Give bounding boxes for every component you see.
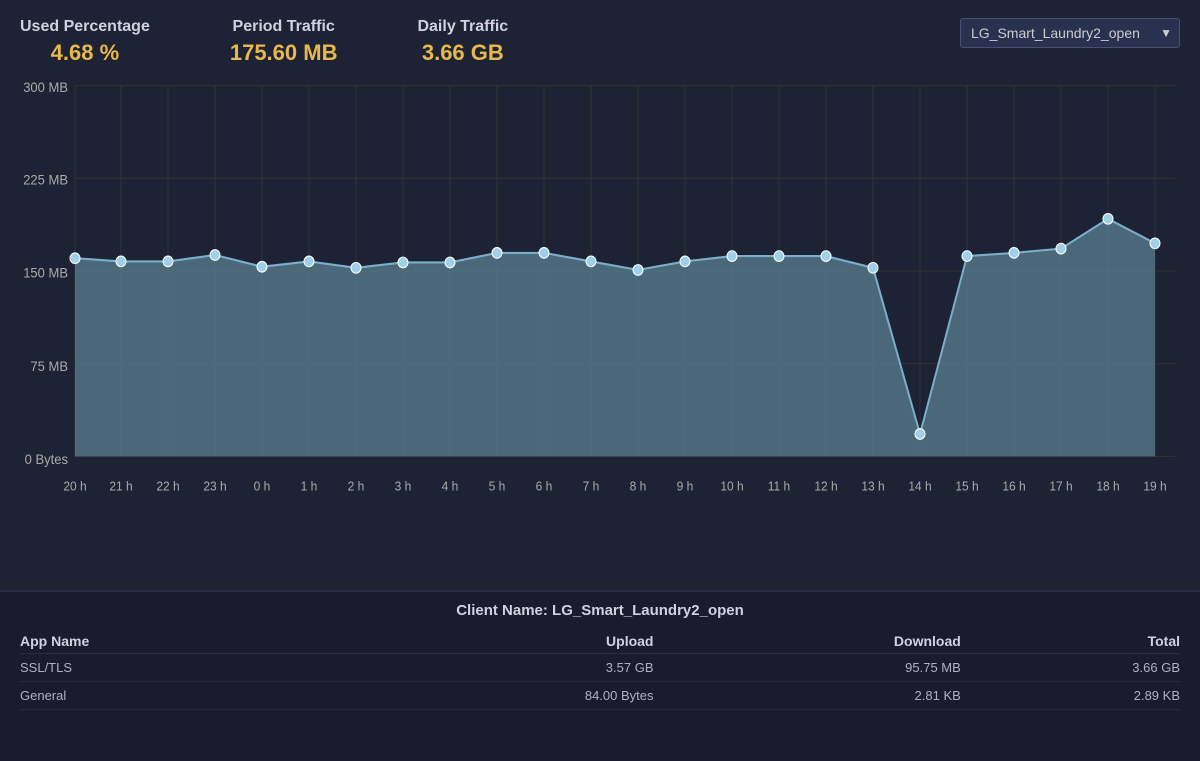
bottom-panel: Client Name: LG_Smart_Laundry2_open App … bbox=[0, 590, 1200, 761]
svg-text:22 h: 22 h bbox=[156, 479, 179, 493]
svg-text:4 h: 4 h bbox=[442, 479, 459, 493]
used-percentage-label: Used Percentage bbox=[20, 18, 150, 36]
svg-text:10 h: 10 h bbox=[720, 479, 743, 493]
svg-text:3 h: 3 h bbox=[395, 479, 412, 493]
traffic-chart: 300 MB 225 MB 150 MB 75 MB 0 Bytes bbox=[20, 75, 1180, 565]
table-row: SSL/TLS 3.57 GB 95.75 MB 3.66 GB bbox=[20, 654, 1180, 682]
svg-text:11 h: 11 h bbox=[768, 479, 791, 493]
chart-svg: 300 MB 225 MB 150 MB 75 MB 0 Bytes bbox=[20, 75, 1180, 565]
svg-text:0 h: 0 h bbox=[254, 479, 271, 493]
svg-text:0 Bytes: 0 Bytes bbox=[25, 451, 69, 466]
top-panel: Used Percentage 4.68 % Period Traffic 17… bbox=[0, 0, 1200, 590]
svg-text:13 h: 13 h bbox=[861, 479, 884, 493]
svg-text:20 h: 20 h bbox=[63, 479, 86, 493]
cell-download: 2.81 KB bbox=[654, 682, 961, 710]
daily-traffic-label: Daily Traffic bbox=[417, 18, 508, 36]
svg-text:21 h: 21 h bbox=[109, 479, 132, 493]
period-traffic-value: 175.60 MB bbox=[230, 40, 338, 66]
cell-app-name: SSL/TLS bbox=[20, 654, 338, 682]
cell-app-name: General bbox=[20, 682, 338, 710]
svg-text:8 h: 8 h bbox=[630, 479, 647, 493]
period-traffic-block: Period Traffic 175.60 MB bbox=[230, 18, 338, 66]
cell-upload: 3.57 GB bbox=[338, 654, 653, 682]
col-header-total: Total bbox=[961, 629, 1180, 654]
period-traffic-label: Period Traffic bbox=[230, 18, 338, 36]
svg-text:300 MB: 300 MB bbox=[23, 80, 68, 95]
col-header-download: Download bbox=[654, 629, 961, 654]
svg-text:19 h: 19 h bbox=[1143, 479, 1166, 493]
svg-text:9 h: 9 h bbox=[677, 479, 694, 493]
cell-download: 95.75 MB bbox=[654, 654, 961, 682]
svg-text:225 MB: 225 MB bbox=[23, 172, 68, 187]
used-percentage-value: 4.68 % bbox=[20, 40, 150, 66]
cell-total: 3.66 GB bbox=[961, 654, 1180, 682]
svg-text:7 h: 7 h bbox=[583, 479, 600, 493]
traffic-table: App Name Upload Download Total SSL/TLS 3… bbox=[20, 629, 1180, 710]
svg-text:12 h: 12 h bbox=[814, 479, 837, 493]
svg-text:18 h: 18 h bbox=[1096, 479, 1119, 493]
svg-text:2 h: 2 h bbox=[348, 479, 365, 493]
table-row: General 84.00 Bytes 2.81 KB 2.89 KB bbox=[20, 682, 1180, 710]
client-dropdown[interactable]: LG_Smart_Laundry2_open bbox=[960, 18, 1180, 48]
svg-text:16 h: 16 h bbox=[1002, 479, 1025, 493]
svg-text:15 h: 15 h bbox=[955, 479, 978, 493]
svg-text:23 h: 23 h bbox=[203, 479, 226, 493]
svg-text:14 h: 14 h bbox=[908, 479, 931, 493]
svg-text:75 MB: 75 MB bbox=[30, 359, 68, 374]
svg-text:1 h: 1 h bbox=[301, 479, 318, 493]
col-header-app-name: App Name bbox=[20, 629, 338, 654]
daily-traffic-value: 3.66 GB bbox=[417, 40, 508, 66]
daily-traffic-block: Daily Traffic 3.66 GB bbox=[417, 18, 508, 66]
cell-total: 2.89 KB bbox=[961, 682, 1180, 710]
cell-upload: 84.00 Bytes bbox=[338, 682, 653, 710]
svg-text:17 h: 17 h bbox=[1049, 479, 1072, 493]
svg-text:5 h: 5 h bbox=[489, 479, 506, 493]
svg-text:6 h: 6 h bbox=[536, 479, 553, 493]
used-percentage-block: Used Percentage 4.68 % bbox=[20, 18, 150, 66]
col-header-upload: Upload bbox=[338, 629, 653, 654]
client-title: Client Name: LG_Smart_Laundry2_open bbox=[20, 602, 1180, 619]
svg-text:150 MB: 150 MB bbox=[23, 265, 68, 280]
client-dropdown-wrapper[interactable]: LG_Smart_Laundry2_open ▼ bbox=[960, 18, 1180, 48]
stats-row: Used Percentage 4.68 % Period Traffic 17… bbox=[20, 10, 1180, 70]
